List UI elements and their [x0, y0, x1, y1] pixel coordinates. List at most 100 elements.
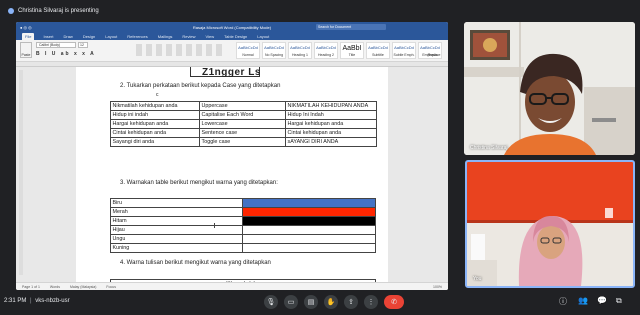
table-cell[interactable]: Hargai kehidupan anda	[110, 119, 200, 129]
captions-icon[interactable]: ▤	[304, 295, 318, 309]
color-fill-cell[interactable]	[241, 216, 377, 226]
camera-icon[interactable]: ▭	[284, 295, 298, 309]
table-cell[interactable]: Toggle case	[199, 137, 286, 147]
style-sample: AaBbCcDd	[264, 45, 284, 50]
meeting-details-icon[interactable]: ⓘ	[559, 296, 567, 307]
present-icon[interactable]: ⇪	[344, 295, 358, 309]
color-label-cell[interactable]: Hijau	[110, 225, 243, 235]
participant-name-you: You	[473, 276, 482, 282]
table-row: Kuning	[110, 243, 377, 253]
color-fill-cell[interactable]	[241, 225, 377, 235]
styles-gallery: AaBbCcDd Normal AaBbCcDd No Spacing AaBbCcDd…	[236, 42, 442, 59]
style-name: No Spacing	[264, 53, 284, 57]
table-cell[interactable]: Capitalise Each Word	[199, 110, 286, 120]
status-language: Malay (Malaysia)	[69, 284, 97, 289]
style-item[interactable]: AaBbCcDd Normal	[236, 42, 260, 59]
document-page[interactable]: Z1ngger Ls 2. Tukarkan perkataan berikut…	[76, 67, 388, 282]
question-4: 4. Warna tulisan berikut mengikut warna …	[120, 260, 271, 266]
color-label-cell[interactable]: Hitam	[110, 216, 243, 226]
color-fill-cell[interactable]	[241, 198, 377, 208]
word-ribbon-tabs: File Insert Draw Design Layout References Mail…	[16, 32, 448, 40]
style-name: Heading 2	[318, 53, 334, 57]
paste-button[interactable]: Paste	[20, 42, 32, 58]
style-item[interactable]: AaBbCcDd Heading 2	[314, 42, 338, 59]
table-row: Biru	[110, 198, 377, 208]
paragraph-controls[interactable]	[136, 44, 226, 56]
format-buttons[interactable]: B I U ab x x A	[36, 51, 96, 57]
table-cell[interactable]: Cintai kehidupan anda	[285, 128, 377, 138]
style-sample: AaBbCcDd	[394, 45, 414, 50]
meeting-control-bar: 2:31 PM | vks-nbzb-usr 🎙 ▭ ▤ ✋ ⇪ ⋮ ✆ ⓘ 👥…	[0, 290, 640, 315]
raise-hand-icon[interactable]: ✋	[324, 295, 338, 309]
word-tab[interactable]: File	[22, 33, 35, 40]
shared-screen: ● ◎ ◎ Rasaja Microsoft Word (Compatibili…	[16, 22, 448, 290]
presenting-indicator-icon	[8, 8, 14, 14]
color-fill-cell[interactable]	[241, 234, 377, 244]
participant-name-christina: Christina Silvaraj	[470, 145, 508, 151]
style-item[interactable]: AaBbCcDd Subtitle	[366, 42, 390, 59]
table-cell[interactable]: Lowercase	[199, 119, 286, 129]
participant-tile-christina[interactable]: Christina Silvaraj	[464, 22, 635, 155]
case-table: Nikmatilah kehidupan anda Uppercase NIKMAT…	[110, 101, 377, 147]
status-zoom[interactable]: 100%	[433, 285, 442, 289]
text-cursor	[214, 223, 215, 228]
style-name: Subtle Emph.	[393, 53, 415, 57]
status-page: Page 1 of 1	[22, 284, 40, 289]
style-item[interactable]: AaBbCcDd No Spacing	[262, 42, 286, 59]
color-label-cell[interactable]: Kuning	[110, 243, 243, 253]
style-item[interactable]: AaBbI Title	[340, 42, 364, 59]
heading-fragment: Z1ngger Ls	[202, 67, 261, 78]
color-label-cell[interactable]: Ungu	[110, 234, 243, 244]
table-cell[interactable]: Hidup Ini Indah	[285, 110, 377, 120]
style-sample: AaBbCcDd	[238, 45, 258, 50]
style-sample: AaBbCcDd	[316, 45, 336, 50]
word-search-box[interactable]: Search for Document	[316, 24, 386, 30]
style-item[interactable]: AaBbCcDd Heading 1	[288, 42, 312, 59]
meeting-code: vks-nbzb-usr	[35, 298, 70, 304]
style-item[interactable]: AaBbCcDd Subtle Emph.	[392, 42, 416, 59]
question-2: 2. Tukarkan perkataan berikut kepada Cas…	[120, 83, 281, 89]
question-2-sub: c	[156, 92, 159, 98]
table-row: Hijau	[110, 225, 377, 235]
vertical-ruler	[19, 70, 23, 275]
participant-tile-you[interactable]: You	[465, 160, 635, 288]
end-call-button[interactable]: ✆	[384, 295, 404, 309]
table-cell[interactable]: Hargai kehidupan anda	[285, 119, 377, 129]
table-cell[interactable]: Sentence case	[199, 128, 286, 138]
find-replace-button[interactable]: Replace	[424, 42, 444, 59]
chat-icon[interactable]: 💬	[597, 296, 607, 305]
color-fill-cell[interactable]	[241, 207, 377, 217]
christina-video-feed	[464, 22, 635, 155]
table-cell[interactable]: sAYANGI DIRI ANDA	[285, 137, 377, 147]
table-cell[interactable]: Uppercase	[199, 101, 286, 111]
question-3: 3. Warnakan table berikut mengikut warna…	[120, 180, 278, 186]
table-row: Cintai kehidupan anda Sentence case Cintai…	[110, 128, 377, 138]
activities-icon[interactable]: ⧉	[616, 296, 622, 306]
style-sample: AaBbCcDd	[290, 45, 310, 50]
status-words: Words	[49, 284, 60, 289]
table-row: Ungu	[110, 234, 377, 244]
microphone-icon[interactable]: 🎙	[264, 295, 278, 309]
style-sample: AaBbI	[342, 45, 362, 52]
table-row: Merah	[110, 207, 377, 217]
status-focus[interactable]: Focus	[106, 285, 116, 289]
font-size-select[interactable]: 12	[78, 42, 88, 48]
table-row: Hidup ini indah Capitalise Each Word Hidup…	[110, 110, 377, 120]
table-cell[interactable]: NIKMATILAH KEHIDUPAN ANDA	[285, 101, 377, 111]
more-options-icon[interactable]: ⋮	[364, 295, 378, 309]
table-row: Hargai kehidupan anda Lowercase Hargai keh…	[110, 119, 377, 129]
color-label-cell[interactable]: Merah	[110, 207, 243, 217]
table-cell[interactable]: Hidup ini indah	[110, 110, 200, 120]
word-status-bar: Page 1 of 1 Words Malay (Malaysia) Focus…	[16, 282, 448, 290]
people-icon[interactable]: 👥	[578, 296, 588, 305]
font-name-select[interactable]: Calibri (Body)	[36, 42, 76, 48]
meeting-info: 2:31 PM | vks-nbzb-usr	[4, 298, 70, 304]
table-row: Sayangi diri anda Toggle case sAYANGI DIRI…	[110, 137, 377, 147]
table-cell[interactable]: Nikmatilah kehidupan anda	[110, 101, 200, 111]
presenter-banner: Christina Silvaraj is presenting	[0, 0, 640, 22]
table-cell[interactable]: Sayangi diri anda	[110, 137, 200, 147]
color-label-cell[interactable]: Biru	[110, 198, 243, 208]
table-row: Nikmatilah kehidupan anda Uppercase NIKMAT…	[110, 101, 377, 111]
table-cell[interactable]: Cintai kehidupan anda	[110, 128, 200, 138]
color-fill-cell[interactable]	[241, 243, 377, 253]
